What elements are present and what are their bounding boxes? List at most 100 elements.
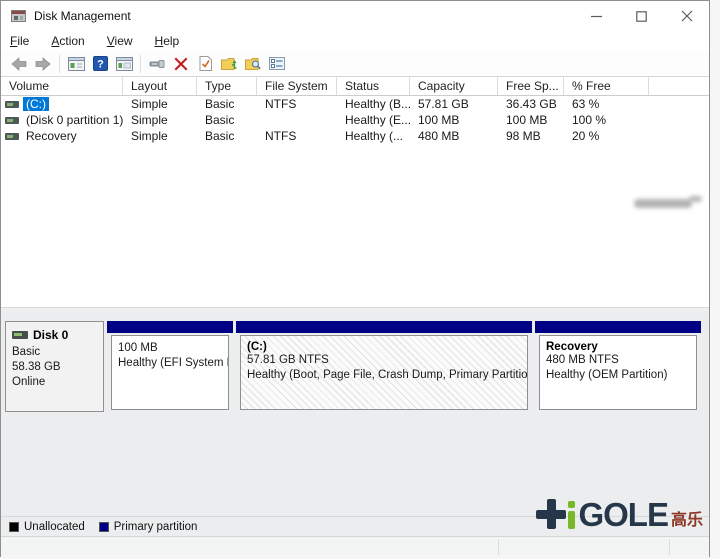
console-tree-button[interactable] <box>64 53 88 75</box>
menu-help[interactable]: Help <box>155 34 180 48</box>
cell-layout: Simple <box>123 113 197 127</box>
cell-capacity: 100 MB <box>410 113 498 127</box>
cell-free-space: 100 MB <box>498 113 564 127</box>
action-pane-button[interactable] <box>145 53 169 75</box>
volume-icon <box>5 101 19 108</box>
toolbar-separator <box>59 55 60 73</box>
volume-icon <box>5 117 19 124</box>
check-document-button[interactable] <box>193 53 217 75</box>
cell-type: Basic <box>197 97 257 111</box>
folder-export-icon <box>221 57 237 70</box>
redacted-smudge <box>689 196 702 202</box>
column-header-type[interactable]: Type <box>197 77 257 95</box>
check-document-icon <box>199 56 212 71</box>
disk-type: Basic <box>12 345 97 360</box>
console-window-icon <box>116 57 133 71</box>
cell-pct-free: 63 % <box>564 97 649 111</box>
disk-status: Online <box>12 375 97 390</box>
window-title: Disk Management <box>34 9 131 23</box>
delete-volume-button[interactable] <box>169 53 193 75</box>
action-pane-icon <box>149 58 165 70</box>
partition-title: (C:) <box>247 341 521 353</box>
back-button[interactable] <box>7 53 31 75</box>
cell-capacity: 480 MB <box>410 129 498 143</box>
volume-list-pane: Volume Layout Type File System Status Ca… <box>1 77 709 307</box>
forward-button[interactable] <box>31 53 55 75</box>
statusbar-separator <box>498 539 499 555</box>
partition-color-bar <box>236 321 532 333</box>
cell-layout: Simple <box>123 129 197 143</box>
menu-view[interactable]: View <box>107 34 133 48</box>
find-button[interactable] <box>241 53 265 75</box>
cell-type: Basic <box>197 113 257 127</box>
partition-status: Healthy (EFI System Pa <box>118 356 222 371</box>
back-arrow-icon <box>11 57 27 71</box>
column-header-free-space[interactable]: Free Sp... <box>498 77 564 95</box>
column-header-extra <box>649 77 709 95</box>
folder-search-icon <box>245 57 261 70</box>
volume-name: (Disk 0 partition 1) <box>23 113 123 127</box>
disk0-header-panel[interactable]: Disk 0 Basic 58.38 GB Online <box>5 321 104 412</box>
status-bar <box>1 536 709 557</box>
logo-i-glyph <box>568 493 577 533</box>
disk-size: 58.38 GB <box>12 360 97 375</box>
cell-file-system: NTFS <box>257 97 337 111</box>
higole-logo: GOLE 高乐 <box>536 493 703 533</box>
partition-recovery[interactable]: Recovery 480 MB NTFS Healthy (OEM Partit… <box>535 321 701 412</box>
partition-size: 100 MB <box>118 341 222 356</box>
volume-table-header: Volume Layout Type File System Status Ca… <box>1 77 709 96</box>
console-window-button[interactable] <box>112 53 136 75</box>
maximize-button[interactable] <box>619 1 664 31</box>
cell-file-system: NTFS <box>257 129 337 143</box>
volume-row-partition1[interactable]: (Disk 0 partition 1) Simple Basic Health… <box>1 112 709 128</box>
console-tree-icon <box>68 57 85 71</box>
partition-c[interactable]: (C:) 57.81 GB NTFS Healthy (Boot, Page F… <box>236 321 532 412</box>
titlebar: Disk Management <box>1 1 709 31</box>
disk-management-window: Disk Management File Action View Help <box>0 0 710 557</box>
primary-partition-swatch <box>99 522 109 532</box>
cell-status: Healthy (... <box>337 129 410 143</box>
partition-efi[interactable]: 100 MB Healthy (EFI System Pa <box>107 321 233 412</box>
partition-size: 57.81 GB NTFS <box>247 353 521 368</box>
toolbar-separator <box>140 55 141 73</box>
partition-color-bar <box>107 321 233 333</box>
volume-row-recovery[interactable]: Recovery Simple Basic NTFS Healthy (... … <box>1 128 709 144</box>
column-header-file-system[interactable]: File System <box>257 77 337 95</box>
logo-cjk-text: 高乐 <box>671 506 703 530</box>
legend-label-unallocated: Unallocated <box>24 521 85 533</box>
app-icon <box>11 10 26 22</box>
cell-free-space: 36.43 GB <box>498 97 564 111</box>
partition-title: Recovery <box>546 341 690 353</box>
cell-status: Healthy (E... <box>337 113 410 127</box>
menu-file[interactable]: File <box>10 34 29 48</box>
minimize-button[interactable] <box>574 1 619 31</box>
partition-color-bar <box>535 321 701 333</box>
menu-action[interactable]: Action <box>51 34 84 48</box>
cell-layout: Simple <box>123 97 197 111</box>
help-button[interactable]: ? <box>88 53 112 75</box>
toolbar: ? <box>1 51 709 77</box>
cell-pct-free: 20 % <box>564 129 649 143</box>
close-button[interactable] <box>664 1 709 31</box>
partition-status: Healthy (Boot, Page File, Crash Dump, Pr… <box>247 368 521 383</box>
volume-name: Recovery <box>23 129 80 143</box>
maximize-icon <box>636 11 647 22</box>
close-icon <box>681 10 693 22</box>
column-header-layout[interactable]: Layout <box>123 77 197 95</box>
logo-text: GOLE <box>578 497 668 533</box>
column-header-status[interactable]: Status <box>337 77 410 95</box>
export-button[interactable] <box>217 53 241 75</box>
column-header-pct-free[interactable]: % Free <box>564 77 649 95</box>
legend-label-primary: Primary partition <box>114 521 198 533</box>
unallocated-swatch <box>9 522 19 532</box>
volume-row-c[interactable]: (C:) Simple Basic NTFS Healthy (B... 57.… <box>1 96 709 112</box>
help-icon: ? <box>93 56 108 71</box>
column-header-volume[interactable]: Volume <box>1 77 123 95</box>
cell-pct-free: 100 % <box>564 113 649 127</box>
column-header-capacity[interactable]: Capacity <box>410 77 498 95</box>
cell-free-space: 98 MB <box>498 129 564 143</box>
properties-button[interactable] <box>265 53 289 75</box>
cell-type: Basic <box>197 129 257 143</box>
delete-x-icon <box>174 57 188 71</box>
svg-text:?: ? <box>97 59 104 71</box>
